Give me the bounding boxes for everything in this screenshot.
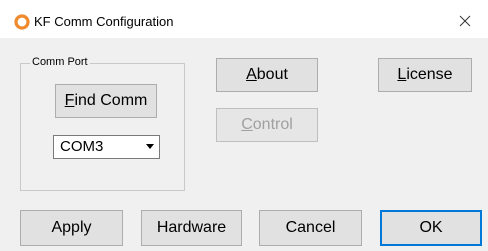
dialog-window: KF Comm Configuration Comm Port Find Com… <box>0 0 488 251</box>
apply-button[interactable]: Apply <box>20 210 123 246</box>
control-button[interactable]: Control <box>216 108 318 142</box>
license-button[interactable]: License <box>378 58 472 92</box>
about-mnemonic: A <box>246 66 257 83</box>
comm-port-groupbox: Comm Port <box>20 56 185 191</box>
cancel-button[interactable]: Cancel <box>259 210 362 246</box>
about-button[interactable]: About <box>216 58 318 92</box>
comm-port-group-label: Comm Port <box>30 56 90 68</box>
license-label: icense <box>406 66 453 83</box>
dialog-client-area: Comm Port Find Comm COM3 About Control L… <box>0 38 488 251</box>
control-mnemonic: C <box>241 116 253 133</box>
chevron-down-icon <box>146 144 154 149</box>
find-comm-button[interactable]: Find Comm <box>55 84 157 118</box>
control-label: ontrol <box>252 116 293 133</box>
close-button[interactable] <box>452 10 478 32</box>
find-comm-mnemonic: F <box>64 92 75 109</box>
find-comm-label: ind Comm <box>74 92 148 109</box>
comm-port-select[interactable]: COM3 <box>53 135 160 159</box>
ok-button[interactable]: OK <box>380 210 482 246</box>
about-label: bout <box>256 66 288 83</box>
license-mnemonic: L <box>397 66 407 83</box>
comm-port-value: COM3 <box>60 138 104 155</box>
title-bar[interactable]: KF Comm Configuration <box>0 0 488 38</box>
hardware-button[interactable]: Hardware <box>141 210 242 246</box>
window-title: KF Comm Configuration <box>34 14 174 29</box>
orange-ring-icon <box>14 14 30 30</box>
close-icon <box>459 15 471 27</box>
